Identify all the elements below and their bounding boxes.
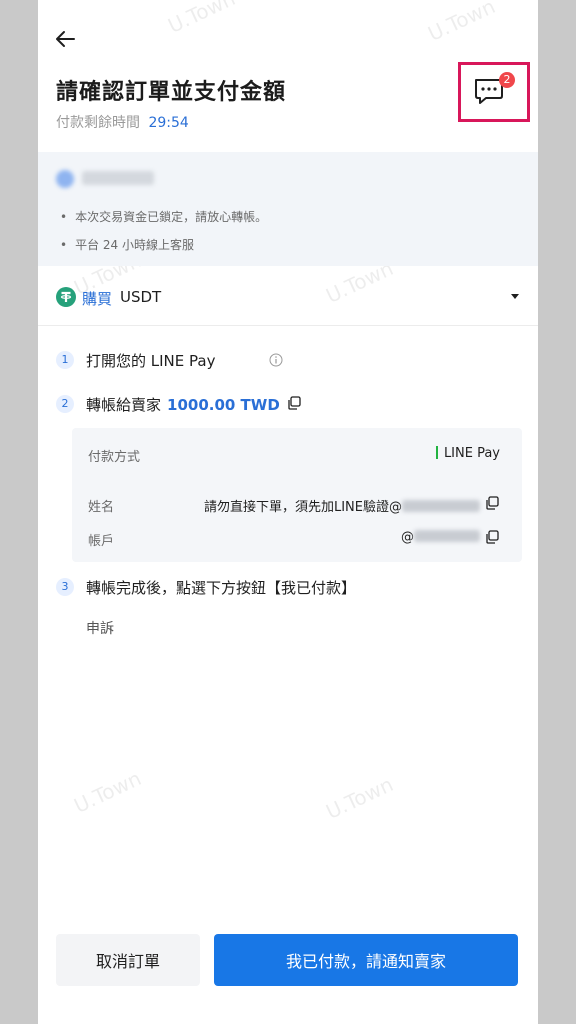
step-number: 1 <box>56 351 74 369</box>
transfer-amount: 1000.00 TWD <box>167 396 280 414</box>
notice-item: • 平台 24 小時線上客服 <box>60 238 194 252</box>
payment-details-card: 付款方式 LINE Pay 姓名 請勿直接下單，須先加LINE驗證@ 帳戶 @ <box>72 428 522 562</box>
name-label: 姓名 <box>88 500 115 515</box>
payment-method-value: LINE Pay <box>435 446 500 461</box>
coin-label: USDT <box>120 288 162 306</box>
line-pay-marker <box>435 446 438 459</box>
step-text: 打開您的 LINE Pay <box>86 352 216 370</box>
notice-item: • 本次交易資金已鎖定，請放心轉帳。 <box>60 210 268 224</box>
cancel-order-button[interactable]: 取消訂單 <box>56 934 200 986</box>
watermark: U.Town <box>322 772 397 824</box>
seller-name-redacted <box>82 171 154 185</box>
back-arrow-icon[interactable] <box>52 26 78 52</box>
step-number: 3 <box>56 578 74 596</box>
payment-screen: U.Town U.Town U.Town U.Town U.Town U.Tow… <box>38 0 538 1024</box>
buy-label: 購買 <box>82 290 113 308</box>
appeal-link[interactable]: 申訴 <box>86 618 114 638</box>
timer-label: 付款剩餘時間 <box>56 115 140 131</box>
redacted-text <box>414 530 480 542</box>
usdt-icon <box>56 287 76 307</box>
watermark: U.Town <box>424 0 499 46</box>
seller-avatar <box>56 170 74 188</box>
copy-icon[interactable] <box>287 396 301 410</box>
chat-unread-badge: 2 <box>499 72 515 88</box>
copy-icon[interactable] <box>485 496 499 510</box>
asset-selector[interactable]: 購買 USDT <box>38 268 538 326</box>
step-text: 轉帳給賣家 1000.00 TWD <box>86 396 280 414</box>
seller-notice: • 本次交易資金已鎖定，請放心轉帳。 • 平台 24 小時線上客服 <box>38 152 538 266</box>
name-value: 請勿直接下單，須先加LINE驗證@ <box>204 496 480 515</box>
step-text: 轉帳完成後，點選下方按鈕【我已付款】 <box>86 579 357 597</box>
payment-method-label: 付款方式 <box>88 450 141 465</box>
account-value: @ <box>401 530 480 545</box>
redacted-text <box>402 500 480 512</box>
step-number: 2 <box>56 395 74 413</box>
watermark: U.Town <box>164 0 239 38</box>
chevron-down-icon[interactable] <box>510 293 520 301</box>
confirm-payment-button[interactable]: 我已付款，請通知賣家 <box>214 934 518 986</box>
watermark: U.Town <box>70 766 145 818</box>
page-title: 請確認訂單並支付金額 <box>56 80 287 105</box>
info-icon[interactable] <box>269 353 283 367</box>
payment-timer: 付款剩餘時間 29:54 <box>56 112 189 132</box>
timer-value: 29:54 <box>148 115 189 131</box>
copy-icon[interactable] <box>485 530 499 544</box>
account-label: 帳戶 <box>88 534 115 549</box>
